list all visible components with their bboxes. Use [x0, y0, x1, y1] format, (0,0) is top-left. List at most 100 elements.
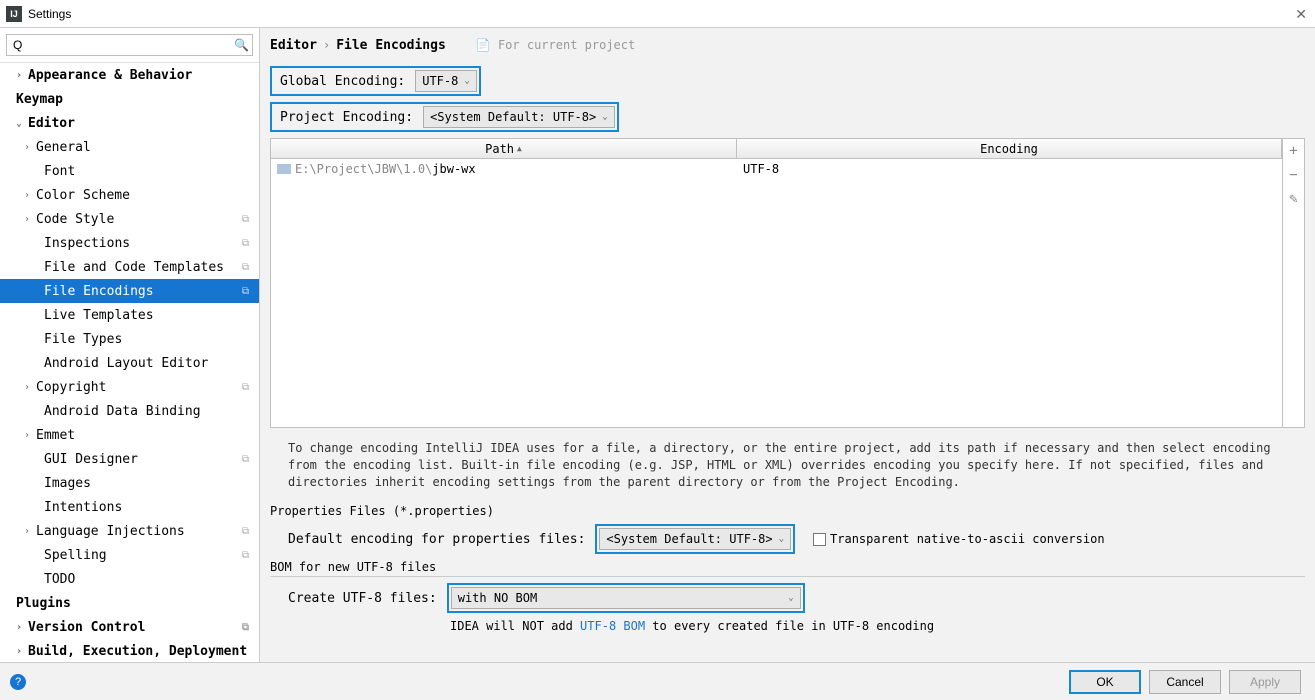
window-title: Settings — [28, 7, 71, 21]
sidebar-item-editor[interactable]: ⌄Editor — [0, 111, 259, 135]
chevron-icon: › — [16, 622, 28, 633]
sidebar-item-intentions[interactable]: Intentions — [0, 495, 259, 519]
breadcrumb: Editor › File Encodings 📄 For current pr… — [260, 28, 1315, 62]
cancel-button[interactable]: Cancel — [1149, 670, 1221, 694]
chevron-icon: › — [24, 430, 36, 441]
folder-icon — [277, 164, 291, 174]
sidebar-item-language-injections[interactable]: ›Language Injections ⧉ — [0, 519, 259, 543]
column-encoding[interactable]: Encoding — [737, 139, 1282, 158]
chevron-icon: › — [24, 526, 36, 537]
sidebar-item-file-types[interactable]: File Types — [0, 327, 259, 351]
sidebar-item-label: Intentions — [44, 500, 122, 515]
ok-button[interactable]: OK — [1069, 670, 1141, 694]
encodings-table: Path▲ Encoding E:\Project\JBW\1.0\jbw-wx… — [270, 138, 1305, 428]
close-icon[interactable]: ✕ — [1295, 6, 1307, 23]
titlebar: IJ Settings ✕ — [0, 0, 1315, 28]
sidebar-item-label: Images — [44, 476, 91, 491]
sidebar-item-file-and-code-templates[interactable]: File and Code Templates ⧉ — [0, 255, 259, 279]
copy-icon: ⧉ — [242, 214, 249, 225]
bom-note: IDEA will NOT add UTF-8 BOM to every cre… — [450, 619, 1305, 633]
search-input[interactable] — [6, 34, 253, 56]
main-panel: Editor › File Encodings 📄 For current pr… — [260, 28, 1315, 662]
table-row[interactable]: E:\Project\JBW\1.0\jbw-wx UTF-8 — [271, 159, 1282, 179]
settings-tree: ›Appearance & BehaviorKeymap⌄Editor›Gene… — [0, 63, 259, 662]
copy-icon: ⧉ — [242, 526, 249, 537]
sidebar-item-label: Android Layout Editor — [44, 356, 208, 371]
column-path[interactable]: Path▲ — [271, 139, 737, 158]
project-encoding-group: Project Encoding: <System Default: UTF-8… — [270, 102, 619, 132]
sidebar-item-label: Android Data Binding — [44, 404, 201, 419]
sidebar-item-live-templates[interactable]: Live Templates — [0, 303, 259, 327]
copy-icon: ⧉ — [242, 286, 249, 297]
help-icon[interactable]: ? — [10, 674, 26, 690]
bom-section-title: BOM for new UTF-8 files — [270, 560, 1305, 577]
global-encoding-group: Global Encoding: UTF-8 ⌄ — [270, 66, 481, 96]
sidebar-item-label: Copyright — [36, 380, 106, 395]
sidebar-item-label: GUI Designer — [44, 452, 138, 467]
sidebar-item-label: Inspections — [44, 236, 130, 251]
sidebar-item-keymap[interactable]: Keymap — [0, 87, 259, 111]
sidebar-item-plugins[interactable]: Plugins — [0, 591, 259, 615]
sidebar-item-inspections[interactable]: Inspections⧉ — [0, 231, 259, 255]
sidebar-item-build-execution-deployment[interactable]: ›Build, Execution, Deployment — [0, 639, 259, 662]
chevron-down-icon: ⌄ — [464, 76, 469, 86]
properties-encoding-dropdown[interactable]: <System Default: UTF-8> ⌄ — [599, 528, 791, 550]
sidebar-item-images[interactable]: Images — [0, 471, 259, 495]
sidebar-item-label: File and Code Templates — [44, 260, 224, 275]
sidebar-item-label: Color Scheme — [36, 188, 130, 203]
sidebar-item-label: Build, Execution, Deployment — [28, 644, 247, 659]
copy-icon: ⧉ — [242, 382, 249, 393]
create-utf8-dropdown[interactable]: with NO BOM ⌄ — [451, 587, 801, 609]
sidebar-item-file-encodings[interactable]: File Encodings ⧉ — [0, 279, 259, 303]
chevron-down-icon: ⌄ — [602, 112, 607, 122]
chevron-icon: › — [24, 382, 36, 393]
sidebar-item-android-layout-editor[interactable]: Android Layout Editor — [0, 351, 259, 375]
sidebar-item-version-control[interactable]: ›Version Control⧉ — [0, 615, 259, 639]
copy-icon: ⧉ — [242, 262, 249, 273]
sidebar-item-todo[interactable]: TODO — [0, 567, 259, 591]
sidebar-item-label: File Encodings — [44, 284, 154, 299]
sidebar-item-emmet[interactable]: ›Emmet — [0, 423, 259, 447]
copy-icon: ⧉ — [242, 454, 249, 465]
create-utf8-group: with NO BOM ⌄ — [447, 583, 805, 613]
chevron-right-icon: › — [323, 38, 330, 52]
sidebar-item-label: Editor — [28, 116, 75, 131]
chevron-icon: › — [24, 142, 36, 153]
sidebar-item-color-scheme[interactable]: ›Color Scheme — [0, 183, 259, 207]
breadcrumb-file-encodings: File Encodings — [336, 38, 446, 53]
sidebar-item-appearance-behavior[interactable]: ›Appearance & Behavior — [0, 63, 259, 87]
sidebar-item-code-style[interactable]: ›Code Style⧉ — [0, 207, 259, 231]
sidebar-item-general[interactable]: ›General — [0, 135, 259, 159]
sidebar-item-android-data-binding[interactable]: Android Data Binding — [0, 399, 259, 423]
global-encoding-dropdown[interactable]: UTF-8 ⌄ — [415, 70, 477, 92]
apply-button[interactable]: Apply — [1229, 670, 1301, 694]
sidebar-item-label: Appearance & Behavior — [28, 68, 192, 83]
chevron-down-icon: ⌄ — [788, 593, 793, 603]
sidebar-item-label: Language Injections — [36, 524, 185, 539]
edit-icon[interactable]: ✎ — [1289, 191, 1297, 207]
chevron-icon: › — [16, 70, 28, 81]
breadcrumb-editor[interactable]: Editor — [270, 38, 317, 53]
sidebar-item-copyright[interactable]: ›Copyright ⧉ — [0, 375, 259, 399]
utf8-bom-link[interactable]: UTF-8 BOM — [580, 619, 645, 633]
chevron-down-icon: ⌄ — [779, 534, 784, 544]
transparent-ascii-checkbox[interactable]: Transparent native-to-ascii conversion — [813, 532, 1105, 546]
sidebar-item-label: Spelling — [44, 548, 107, 563]
copy-icon: ⧉ — [242, 622, 249, 633]
sidebar-item-label: Font — [44, 164, 75, 179]
sidebar-item-spelling[interactable]: Spelling⧉ — [0, 543, 259, 567]
sidebar-item-label: Live Templates — [44, 308, 154, 323]
chevron-icon: ⌄ — [16, 118, 28, 129]
project-encoding-dropdown[interactable]: <System Default: UTF-8> ⌄ — [423, 106, 615, 128]
add-icon[interactable]: + — [1289, 143, 1297, 159]
sidebar-item-label: Code Style — [36, 212, 114, 227]
global-encoding-label: Global Encoding: — [274, 72, 411, 91]
sidebar-item-label: Keymap — [16, 92, 63, 107]
properties-section-title: Properties Files (*.properties) — [270, 504, 1305, 518]
sidebar-item-font[interactable]: Font — [0, 159, 259, 183]
search-icon: 🔍 — [234, 38, 249, 52]
sidebar-item-label: TODO — [44, 572, 75, 587]
sidebar-item-gui-designer[interactable]: GUI Designer ⧉ — [0, 447, 259, 471]
sidebar-item-label: File Types — [44, 332, 122, 347]
remove-icon[interactable]: − — [1289, 167, 1297, 183]
